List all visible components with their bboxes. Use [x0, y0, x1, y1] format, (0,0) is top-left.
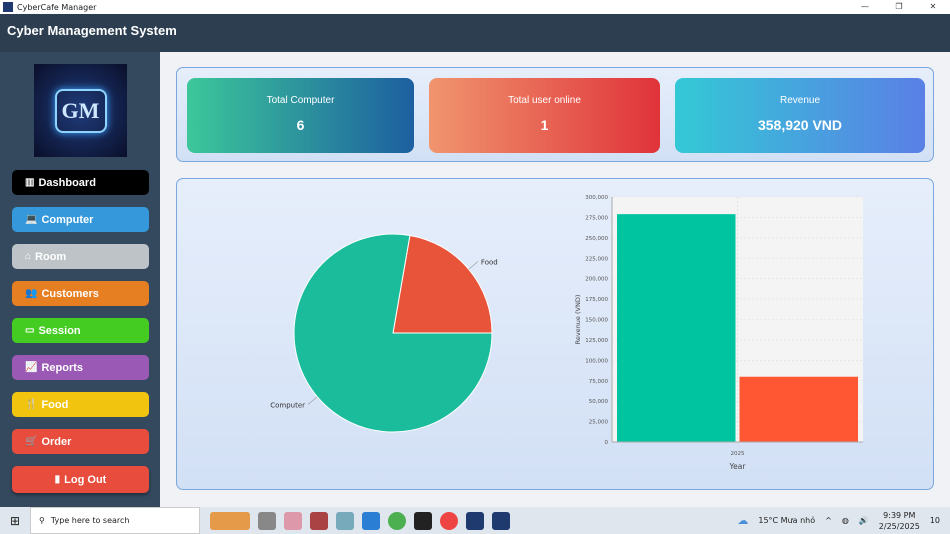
pie-label: Computer [270, 401, 305, 409]
weather-text[interactable]: 15°C Mưa nhỏ [758, 516, 815, 525]
task-view-icon[interactable] [258, 511, 276, 530]
app-icon[interactable] [284, 511, 302, 530]
y-tick-label: 0 [605, 440, 609, 446]
y-tick-label: 200,000 [585, 277, 608, 283]
winrar-icon[interactable] [310, 511, 328, 530]
y-tick-label: 225,000 [585, 256, 608, 262]
chrome-icon[interactable] [440, 511, 458, 530]
y-tick-label: 150,000 [585, 318, 608, 324]
network-icon[interactable]: ◍ [842, 516, 849, 525]
windows-start-icon[interactable]: ⊞ [10, 514, 20, 528]
y-axis-title: Revenue (VND) [574, 295, 582, 345]
taskbar-search[interactable]: ⚲ Type here to search [30, 507, 200, 534]
bar [617, 214, 736, 442]
notification-icon[interactable]: 10 [930, 516, 940, 525]
search-icon: ⚲ [39, 516, 45, 525]
weather-icon: ☁ [737, 514, 749, 527]
x-tick-label: 2025 [731, 451, 745, 457]
volume-icon[interactable]: 🔊 [859, 516, 869, 525]
y-tick-label: 250,000 [585, 236, 608, 242]
pie-label-line [307, 396, 318, 405]
cybercafe-icon[interactable] [466, 511, 484, 530]
y-tick-label: 175,000 [585, 297, 608, 303]
app-icon[interactable] [336, 511, 354, 530]
y-tick-label: 50,000 [589, 399, 609, 405]
chevron-up-icon[interactable]: ^ [825, 516, 832, 525]
charts: Food Computer 0 25,000 50,000 75,000 100,000 12… [270, 195, 863, 471]
y-tick-label: 125,000 [585, 338, 608, 344]
pie-label: Food [481, 259, 498, 267]
y-tick-label: 300,000 [585, 195, 608, 201]
cybercafe-icon[interactable] [492, 511, 510, 530]
y-tick-label: 100,000 [585, 358, 608, 364]
y-tick-label: 275,000 [585, 215, 608, 221]
clock[interactable]: 9:39 PM 2/25/2025 [879, 510, 920, 532]
y-tick-label: 25,000 [589, 420, 609, 426]
pie-label-line [468, 261, 479, 270]
news-icon[interactable] [210, 511, 250, 530]
intellij-icon[interactable] [414, 511, 432, 530]
vscode-icon[interactable] [362, 511, 380, 530]
taskbar: ⊞ ⚲ Type here to search ☁ 15°C Mưa nhỏ ^ … [0, 507, 950, 534]
chrome-icon[interactable] [388, 511, 406, 530]
search-placeholder: Type here to search [50, 516, 130, 525]
x-axis-title: Year [729, 462, 747, 471]
y-tick-label: 75,000 [589, 379, 609, 385]
bar [739, 376, 858, 442]
